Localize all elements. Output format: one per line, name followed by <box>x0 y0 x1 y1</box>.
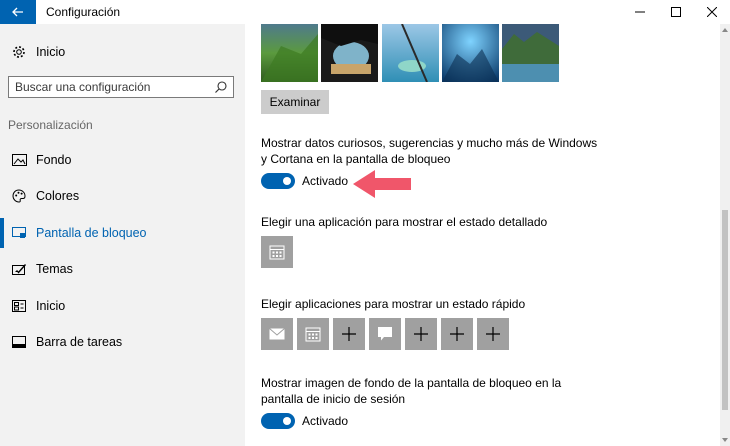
plus-icon <box>486 327 500 341</box>
quick-status-tile-add[interactable] <box>477 318 509 350</box>
quick-status-tile-add[interactable] <box>333 318 365 350</box>
quick-status-tile-mail[interactable] <box>261 318 293 350</box>
scrollbar[interactable] <box>720 24 730 446</box>
quick-status-tile-add[interactable] <box>405 318 437 350</box>
arrow-left-icon <box>12 7 23 17</box>
quick-status-tile-add[interactable] <box>441 318 473 350</box>
close-icon <box>707 7 717 17</box>
start-tiles-icon <box>11 298 27 314</box>
sidebar-item-pantalla-de-bloqueo[interactable]: Pantalla de bloqueo <box>0 218 245 248</box>
toggle-knob <box>283 417 291 425</box>
chat-icon <box>378 327 392 341</box>
wallpaper-thumbnail[interactable] <box>502 24 559 82</box>
fun-facts-label: Mostrar datos curiosos, sugerencias y mu… <box>261 136 598 166</box>
signin-background-toggle[interactable] <box>261 413 295 429</box>
quick-status-label: Elegir aplicaciones para mostrar un esta… <box>261 297 526 311</box>
sidebar-item-label: Fondo <box>36 153 72 167</box>
plus-icon <box>342 327 356 341</box>
wallpaper-thumbnail[interactable] <box>382 23 439 83</box>
calendar-icon <box>305 327 321 342</box>
sidebar-item-label: Pantalla de bloqueo <box>36 226 147 240</box>
scroll-down-arrow-icon[interactable] <box>722 438 728 442</box>
minimize-icon <box>635 11 645 13</box>
title-bar: Configuración <box>0 0 730 25</box>
wallpaper-thumbnail[interactable] <box>321 24 378 82</box>
quick-status-tile-chat[interactable] <box>369 318 401 350</box>
sidebar-item-fondo[interactable]: Fondo <box>0 145 245 175</box>
close-button[interactable] <box>694 0 730 24</box>
sidebar-item-label: Colores <box>36 189 80 203</box>
plus-icon <box>450 327 464 341</box>
search-input[interactable] <box>9 77 215 97</box>
wallpaper-thumbnail[interactable] <box>261 24 318 82</box>
sidebar-item-barra-de-tareas[interactable]: Barra de tareas <box>0 327 245 357</box>
section-header: Personalización <box>8 118 93 132</box>
sidebar-item-inicio[interactable]: Inicio <box>0 291 245 321</box>
maximize-icon <box>671 7 681 17</box>
palette-icon <box>11 188 27 204</box>
sidebar-item-colores[interactable]: Colores <box>0 181 245 211</box>
sidebar-item-label: Temas <box>36 262 73 276</box>
toggle-knob <box>283 177 291 185</box>
detailed-status-app-tile[interactable] <box>261 236 293 268</box>
plus-icon <box>414 327 428 341</box>
annotation-arrow-icon <box>353 170 411 198</box>
fun-facts-toggle-state: Activado <box>302 174 349 188</box>
window-title: Configuración <box>46 5 121 19</box>
main-content: Examinar Mostrar datos curiosos, sugeren… <box>245 23 720 446</box>
image-icon <box>11 152 27 168</box>
gear-icon <box>11 44 27 60</box>
sidebar: Inicio Personalización Fondo Colores Pan… <box>0 24 245 446</box>
back-button[interactable] <box>0 0 36 24</box>
scroll-up-arrow-icon[interactable] <box>722 28 728 32</box>
fun-facts-toggle[interactable] <box>261 173 295 189</box>
taskbar-icon <box>11 334 27 350</box>
minimize-button[interactable] <box>622 0 658 24</box>
detailed-status-label: Elegir una aplicación para mostrar el es… <box>261 215 548 229</box>
mail-icon <box>269 328 285 340</box>
search-box[interactable] <box>8 76 234 98</box>
sidebar-item-label: Inicio <box>36 299 66 313</box>
lock-screen-icon <box>11 225 27 241</box>
signin-background-toggle-state: Activado <box>302 414 349 428</box>
quick-status-tile-calendar[interactable] <box>297 318 329 350</box>
search-icon[interactable] <box>214 80 228 94</box>
theme-brush-icon <box>11 261 27 277</box>
wallpaper-thumbnail[interactable] <box>442 24 499 82</box>
active-indicator <box>0 218 4 248</box>
quick-status-tiles <box>261 318 521 350</box>
maximize-button[interactable] <box>658 0 694 24</box>
sidebar-item-label: Barra de tareas <box>36 335 123 349</box>
sidebar-item-temas[interactable]: Temas <box>0 254 245 284</box>
sidebar-item-home[interactable]: Inicio <box>0 37 245 67</box>
calendar-icon <box>269 245 285 260</box>
sidebar-item-label: Inicio <box>36 45 66 59</box>
scroll-thumb[interactable] <box>722 210 728 410</box>
signin-background-label: Mostrar imagen de fondo de la pantalla d… <box>261 376 562 406</box>
browse-button[interactable]: Examinar <box>261 90 329 114</box>
